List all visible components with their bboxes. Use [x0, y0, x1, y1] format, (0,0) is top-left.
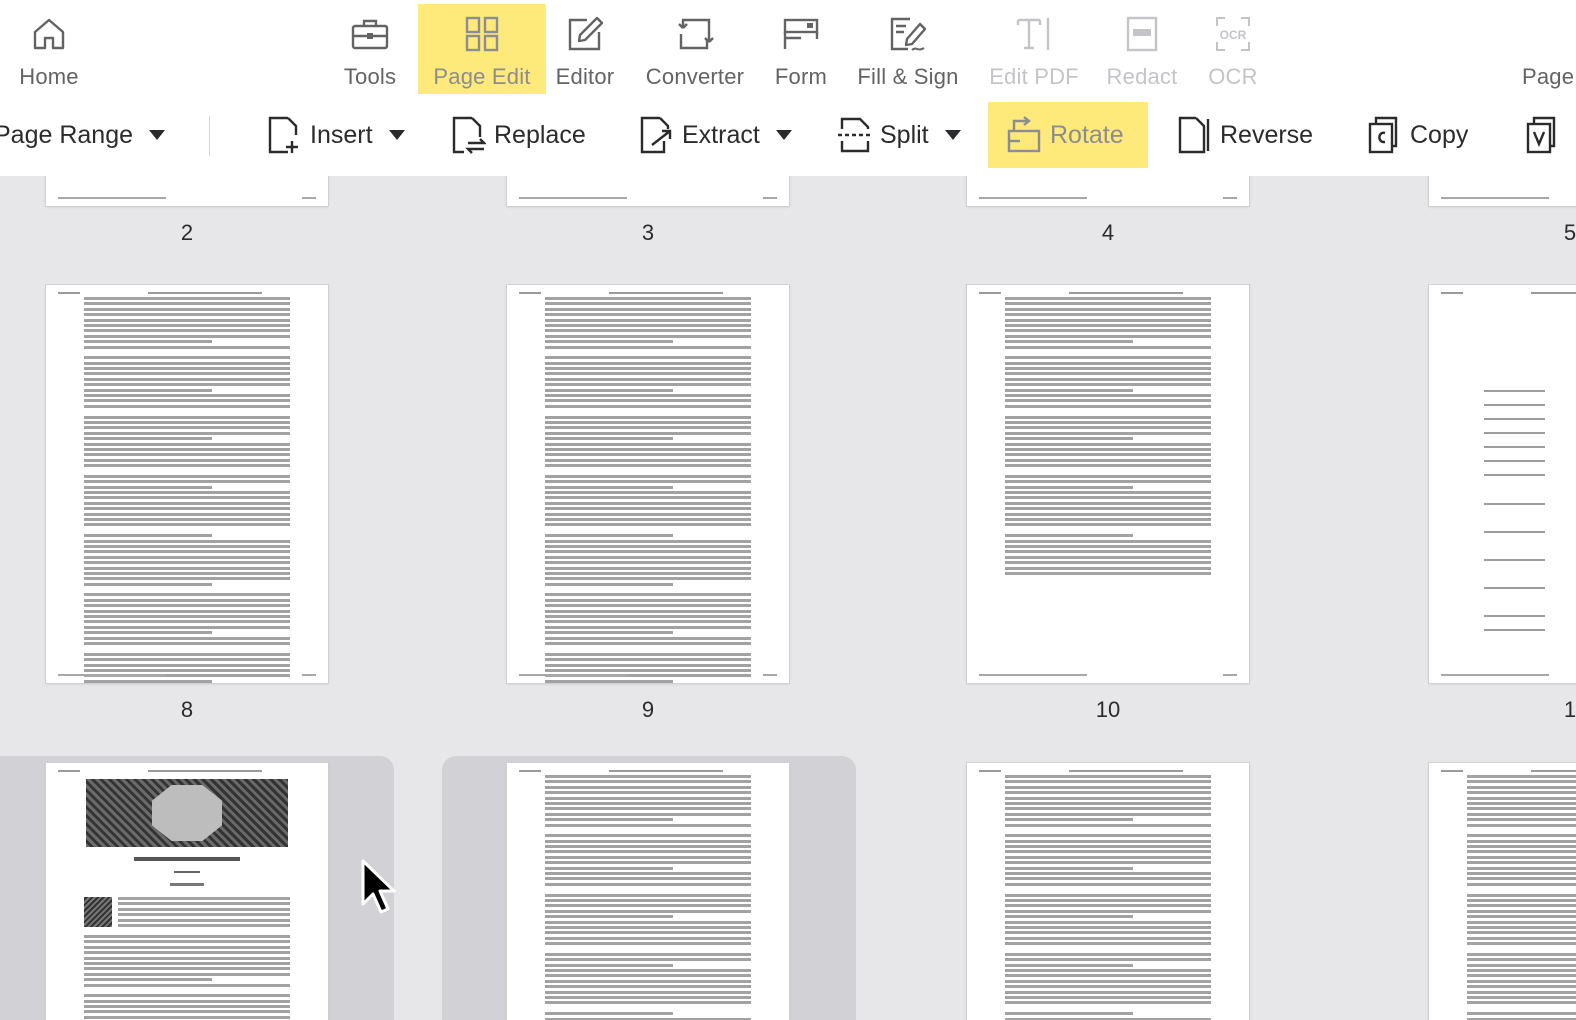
extract-label: Extract [682, 120, 760, 149]
toolbar-label: Editor [555, 64, 615, 89]
decorative-banner-image [86, 779, 288, 847]
page-text-block [118, 897, 290, 929]
page-grid-icon [465, 16, 499, 52]
toolbar-form[interactable]: Form [768, 4, 834, 94]
reverse-page-icon [1178, 116, 1210, 154]
page-thumbnail[interactable] [46, 176, 328, 206]
chapter-heading [134, 857, 240, 861]
page-text-block [84, 935, 290, 1020]
toolbar-label: Converter [645, 64, 745, 89]
page-range-dropdown[interactable]: Page Range [0, 102, 166, 168]
toolbar-label: Edit PDF [989, 64, 1079, 89]
toolbar-label: Page [1522, 64, 1575, 89]
toolbar-editor[interactable]: Editor [548, 4, 622, 94]
toolbar-edit-pdf[interactable]: Edit PDF [984, 4, 1084, 94]
toolbar-label: Page Edit [433, 64, 531, 89]
extract-button[interactable]: Extract [638, 102, 792, 168]
split-button[interactable]: Split [836, 102, 961, 168]
chevron-down-icon [149, 130, 166, 140]
copy-button[interactable]: Copy [1366, 102, 1468, 168]
toolbar-redact[interactable]: Redact [1100, 4, 1184, 94]
replace-page-icon [452, 116, 486, 154]
copy-label: Copy [1410, 120, 1469, 149]
replace-button[interactable]: Replace [450, 102, 586, 168]
toolbox-icon [351, 19, 389, 50]
toolbar-label: OCR [1208, 64, 1258, 89]
toolbar-label: Fill & Sign [857, 64, 959, 89]
home-icon [33, 18, 65, 50]
split-page-icon [838, 117, 870, 153]
toolbar-converter[interactable]: Converter [638, 4, 752, 94]
toolbar-ocr[interactable]: OCR OCR [1204, 4, 1262, 94]
toolbar-home[interactable]: Home [8, 4, 90, 94]
page-thumbnail[interactable] [507, 176, 789, 206]
page-text-block [1467, 775, 1576, 1020]
redact-icon [1126, 16, 1158, 52]
page-number: 1 [1563, 697, 1576, 722]
toolbar-page[interactable]: Page [1516, 4, 1576, 94]
chevron-down-icon [944, 130, 961, 140]
page-thumbnail[interactable] [967, 176, 1249, 206]
toolbar-page-edit[interactable]: Page Edit [418, 4, 546, 94]
page-number: 3 [641, 220, 655, 245]
page-edit-toolbar: Page Range Insert Replace Extract Split … [0, 100, 1576, 176]
rotate-page-icon [1007, 116, 1041, 153]
page-text-block [1005, 775, 1211, 1020]
insert-page-icon [268, 116, 298, 154]
main-toolbar: Home Tools Page Edit Editor Converter Fo… [0, 0, 1576, 100]
page-number: 2 [180, 220, 194, 245]
form-icon [783, 18, 819, 49]
mouse-pointer-icon [361, 859, 396, 914]
page-thumbnail[interactable] [507, 285, 789, 683]
replace-label: Replace [494, 120, 586, 149]
toolbar-divider [209, 116, 210, 156]
page-number: 8 [180, 697, 194, 722]
page-thumbnail[interactable] [967, 763, 1249, 1020]
pencil-edit-icon [568, 16, 604, 51]
fill-sign-icon [890, 17, 927, 51]
page-thumbnail[interactable] [1429, 176, 1576, 206]
convert-icon [678, 18, 714, 50]
page-text-block [545, 297, 751, 683]
page-number: 4 [1101, 220, 1115, 245]
page-text-block [545, 775, 751, 1020]
page-thumbnail[interactable] [46, 285, 328, 683]
drop-cap-image [84, 897, 112, 927]
more-page-tool-button[interactable] [1524, 102, 1576, 168]
insert-button[interactable]: Insert [266, 102, 405, 168]
toolbar-label: Redact [1106, 64, 1178, 89]
chevron-down-icon [388, 130, 405, 140]
page-list-of-illustrations [1484, 345, 1576, 643]
page-thumbnail[interactable] [967, 285, 1249, 683]
chevron-down-icon [775, 130, 792, 140]
page-thumbnail[interactable] [1429, 763, 1576, 1020]
toolbar-label: Form [774, 64, 828, 89]
rotate-button[interactable]: Rotate [988, 102, 1148, 168]
reverse-label: Reverse [1220, 120, 1314, 149]
page-range-label: Page Range [0, 120, 134, 149]
page-thumbnail[interactable] [46, 763, 328, 1020]
page-thumbnail[interactable] [507, 763, 789, 1020]
svg-text:OCR: OCR [1220, 28, 1247, 42]
reverse-button[interactable]: Reverse [1176, 102, 1313, 168]
extract-page-icon [640, 116, 672, 154]
rotate-label: Rotate [1050, 120, 1124, 149]
text-cursor-icon [1016, 18, 1050, 50]
toolbar-label: Tools [343, 64, 397, 89]
more-page-icon [1526, 116, 1556, 154]
page-text-block [1005, 297, 1211, 577]
toolbar-fill-sign[interactable]: Fill & Sign [852, 4, 964, 94]
page-thumbnail-grid[interactable]: 2 3 4 5 8 9 10 1 [0, 176, 1576, 1020]
page-number: 10 [1095, 697, 1121, 722]
page-thumbnail[interactable] [1429, 285, 1576, 683]
toolbar-tools[interactable]: Tools [330, 4, 410, 94]
ocr-icon: OCR [1216, 17, 1250, 51]
page-number: 5 [1563, 220, 1576, 245]
insert-label: Insert [310, 120, 373, 149]
toolbar-label: Home [19, 64, 79, 89]
page-text-block [84, 297, 290, 683]
page-number: 9 [641, 697, 655, 722]
copy-page-icon [1368, 116, 1398, 154]
split-label: Split [880, 120, 929, 149]
